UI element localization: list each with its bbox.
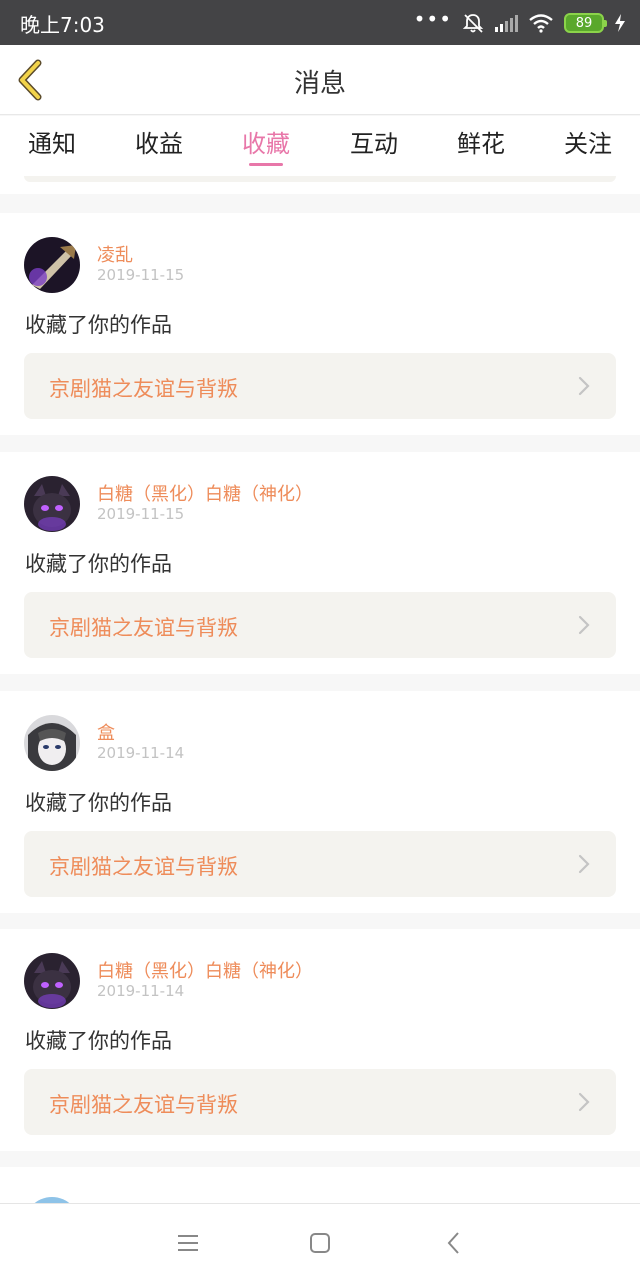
tab-flowers[interactable]: 鲜花 <box>441 124 521 159</box>
system-nav-bar <box>0 1203 640 1280</box>
chevron-right-icon <box>578 376 590 396</box>
work-link[interactable]: 京剧猫之友谊与背叛 <box>24 353 616 419</box>
charging-icon <box>615 14 625 32</box>
avatar-image-icon <box>24 237 80 293</box>
message-date: 2019-11-14 <box>97 982 185 1000</box>
status-time: 晚上7:03 <box>20 13 105 37</box>
username[interactable]: 白糖（黑化）白糖（神化） <box>97 480 313 506</box>
menu-icon[interactable] <box>175 1230 201 1256</box>
message-date: 2019-11-15 <box>97 266 185 284</box>
chevron-right-icon <box>578 1092 590 1112</box>
avatar[interactable] <box>24 715 80 771</box>
action-text: 收藏了你的作品 <box>25 552 172 576</box>
avatar-image-icon <box>24 715 80 771</box>
avatar[interactable] <box>24 953 80 1009</box>
avatar-image-icon <box>24 953 80 1009</box>
battery-level: 89 <box>575 15 593 31</box>
tab-favorites[interactable]: 收藏 <box>226 124 306 159</box>
back-icon[interactable] <box>441 1230 467 1256</box>
message-date: 2019-11-14 <box>97 744 185 762</box>
signal-icon <box>495 15 518 32</box>
tab-earnings[interactable]: 收益 <box>119 124 199 159</box>
chevron-right-icon <box>578 615 590 635</box>
status-icons: ••• 89 <box>413 7 626 36</box>
action-text: 收藏了你的作品 <box>25 791 172 815</box>
app-header: 消息 <box>0 45 640 115</box>
chevron-right-icon <box>578 854 590 874</box>
previous-work-box-remnant <box>24 176 616 182</box>
active-tab-indicator <box>249 163 283 166</box>
work-title: 京剧猫之友谊与背叛 <box>49 616 238 640</box>
more-dots-icon: ••• <box>413 7 452 31</box>
status-bar: 晚上7:03 ••• 89 <box>0 0 640 45</box>
action-text: 收藏了你的作品 <box>25 1029 172 1053</box>
username[interactable]: 白糖（黑化）白糖（神化） <box>97 957 313 983</box>
message-card: 盒 2019-11-14 收藏了你的作品 京剧猫之友谊与背叛 <box>0 691 640 913</box>
tab-follows[interactable]: 关注 <box>548 124 628 159</box>
message-card: 白糖（黑化）白糖（神化） 2019-11-14 收藏了你的作品 京剧猫之友谊与背… <box>0 929 640 1151</box>
work-title: 京剧猫之友谊与背叛 <box>49 377 238 401</box>
username[interactable]: 盒 <box>97 719 115 745</box>
work-title: 京剧猫之友谊与背叛 <box>49 1093 238 1117</box>
wifi-icon <box>529 14 553 33</box>
message-card: 白糖（黑化）白糖（神化） 2019-11-15 收藏了你的作品 京剧猫之友谊与背… <box>0 452 640 674</box>
work-link[interactable]: 京剧猫之友谊与背叛 <box>24 1069 616 1135</box>
tab-bar: 通知 收益 收藏 互动 鲜花 关注 <box>0 116 640 176</box>
page-title: 消息 <box>293 69 346 99</box>
avatar-image-icon <box>24 476 80 532</box>
work-link[interactable]: 京剧猫之友谊与背叛 <box>24 592 616 658</box>
battery-icon: 89 <box>564 13 607 33</box>
avatar[interactable] <box>24 237 80 293</box>
tab-interactions[interactable]: 互动 <box>334 124 414 159</box>
message-card-partial <box>0 1167 640 1207</box>
previous-card-remnant <box>0 176 640 194</box>
username[interactable]: 凌乱 <box>97 241 133 267</box>
home-icon[interactable] <box>307 1230 333 1256</box>
work-title: 京剧猫之友谊与背叛 <box>49 855 238 879</box>
message-date: 2019-11-15 <box>97 505 185 523</box>
work-link[interactable]: 京剧猫之友谊与背叛 <box>24 831 616 897</box>
mute-bell-icon <box>462 14 484 33</box>
message-card: 凌乱 2019-11-15 收藏了你的作品 京剧猫之友谊与背叛 <box>0 213 640 435</box>
avatar[interactable] <box>24 476 80 532</box>
tab-notifications[interactable]: 通知 <box>12 124 92 159</box>
action-text: 收藏了你的作品 <box>25 313 172 337</box>
